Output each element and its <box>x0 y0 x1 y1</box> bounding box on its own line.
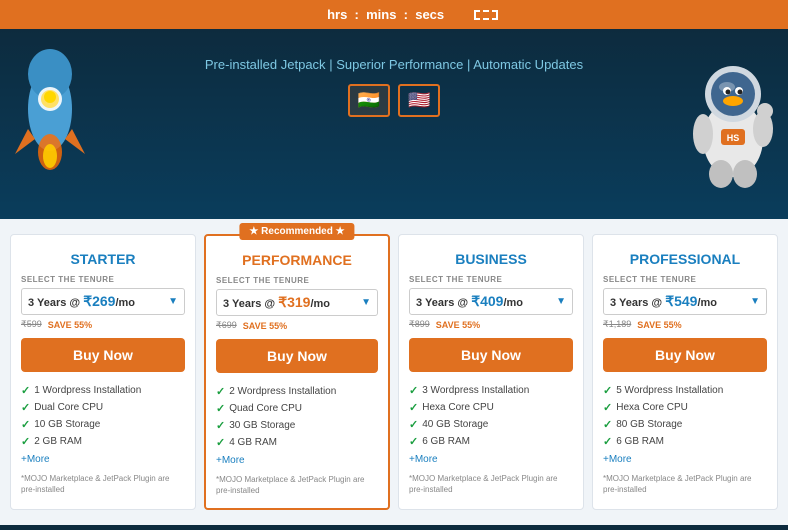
astronaut-mascot: HS <box>683 39 783 189</box>
plan-title-professional: PROFESSIONAL <box>603 251 767 267</box>
feature-item: ✓ 1 Wordpress Installation <box>21 382 185 399</box>
save-badge: SAVE 55% <box>637 320 681 330</box>
savings-row: ₹699 SAVE 55% <box>216 320 378 331</box>
footnote: *MOJO Marketplace & JetPack Plugin are p… <box>216 474 378 496</box>
tenure-price: 3 Years @ ₹409/mo <box>416 293 523 310</box>
original-price: ₹899 <box>409 319 430 330</box>
buy-now-button-professional[interactable]: Buy Now <box>603 338 767 372</box>
check-icon: ✓ <box>21 384 30 397</box>
check-icon: ✓ <box>409 435 418 448</box>
check-icon: ✓ <box>603 384 612 397</box>
chevron-down-icon: ▼ <box>168 296 178 307</box>
feature-item: ✓ Quad Core CPU <box>216 400 378 417</box>
svg-text:HS: HS <box>727 133 740 143</box>
features-list: ✓ 5 Wordpress Installation ✓ Hexa Core C… <box>603 382 767 450</box>
check-icon: ✓ <box>409 418 418 431</box>
more-link[interactable]: +More <box>21 454 185 465</box>
plan-card-starter: STARTER SELECT THE TENURE 3 Years @ ₹269… <box>10 234 196 510</box>
savings-row: ₹899 SAVE 55% <box>409 319 573 330</box>
india-flag-button[interactable]: 🇮🇳 <box>348 84 390 117</box>
footnote: *MOJO Marketplace & JetPack Plugin are p… <box>21 473 185 495</box>
original-price: ₹699 <box>216 320 237 331</box>
plan-card-business: BUSINESS SELECT THE TENURE 3 Years @ ₹40… <box>398 234 584 510</box>
feature-item: ✓ 2 Wordpress Installation <box>216 383 378 400</box>
tenure-dropdown[interactable]: 3 Years @ ₹549/mo ▼ <box>603 288 767 315</box>
tenure-label: SELECT THE TENURE <box>21 275 185 284</box>
more-link[interactable]: +More <box>216 455 378 466</box>
hero-tagline: Pre-installed Jetpack | Superior Perform… <box>10 57 778 72</box>
tenure-dropdown[interactable]: 3 Years @ ₹269/mo ▼ <box>21 288 185 315</box>
tenure-price: 3 Years @ ₹549/mo <box>610 293 717 310</box>
save-badge: SAVE 55% <box>48 320 92 330</box>
check-icon: ✓ <box>603 418 612 431</box>
savings-row: ₹599 SAVE 55% <box>21 319 185 330</box>
feature-item: ✓ Hexa Core CPU <box>603 399 767 416</box>
more-link[interactable]: +More <box>409 454 573 465</box>
features-list: ✓ 2 Wordpress Installation ✓ Quad Core C… <box>216 383 378 451</box>
footnote: *MOJO Marketplace & JetPack Plugin are p… <box>409 473 573 495</box>
plan-title-performance: PERFORMANCE <box>216 252 378 268</box>
recommended-badge: ★ Recommended ★ <box>239 223 354 240</box>
savings-row: ₹1,189 SAVE 55% <box>603 319 767 330</box>
buy-now-button-starter[interactable]: Buy Now <box>21 338 185 372</box>
feature-item: ✓ 4 GB RAM <box>216 434 378 451</box>
flag-selector[interactable]: 🇮🇳 🇺🇸 <box>10 84 778 117</box>
check-icon: ✓ <box>21 435 30 448</box>
plan-card-performance: ★ Recommended ★ PERFORMANCE SELECT THE T… <box>204 234 390 510</box>
original-price: ₹599 <box>21 319 42 330</box>
plan-title-business: BUSINESS <box>409 251 573 267</box>
rocket-mascot <box>5 44 95 174</box>
tenure-price: 3 Years @ ₹269/mo <box>28 293 135 310</box>
tenure-label: SELECT THE TENURE <box>603 275 767 284</box>
tenure-price: 3 Years @ ₹319/mo <box>223 294 330 311</box>
top-banner: hrs : mins : secs <box>0 0 788 29</box>
check-icon: ✓ <box>216 436 225 449</box>
tenure-dropdown[interactable]: 3 Years @ ₹319/mo ▼ <box>216 289 378 316</box>
tenure-dropdown[interactable]: 3 Years @ ₹409/mo ▼ <box>409 288 573 315</box>
buy-now-button-performance[interactable]: Buy Now <box>216 339 378 373</box>
chevron-down-icon: ▼ <box>750 296 760 307</box>
save-badge: SAVE 55% <box>243 321 287 331</box>
check-icon: ✓ <box>21 418 30 431</box>
plan-card-professional: PROFESSIONAL SELECT THE TENURE 3 Years @… <box>592 234 778 510</box>
check-icon: ✓ <box>216 402 225 415</box>
offer-label: hrs : mins : secs <box>320 7 444 22</box>
feature-item: ✓ 40 GB Storage <box>409 416 573 433</box>
plan-title-starter: STARTER <box>21 251 185 267</box>
buy-now-button-business[interactable]: Buy Now <box>409 338 573 372</box>
feature-item: ✓ 30 GB Storage <box>216 417 378 434</box>
check-icon: ✓ <box>21 401 30 414</box>
feature-item: ✓ 2 GB RAM <box>21 433 185 450</box>
original-price: ₹1,189 <box>603 319 631 330</box>
coupon-code[interactable] <box>474 10 498 20</box>
check-icon: ✓ <box>216 385 225 398</box>
hero-section: HS Pre-installed Jetpack | Superior Perf… <box>0 29 788 219</box>
feature-item: ✓ 5 Wordpress Installation <box>603 382 767 399</box>
timer: hrs : mins : secs <box>327 7 444 22</box>
pricing-grid: STARTER SELECT THE TENURE 3 Years @ ₹269… <box>10 234 778 510</box>
check-icon: ✓ <box>409 401 418 414</box>
features-list: ✓ 1 Wordpress Installation ✓ Dual Core C… <box>21 382 185 450</box>
feature-item: ✓ 6 GB RAM <box>603 433 767 450</box>
feature-item: ✓ 10 GB Storage <box>21 416 185 433</box>
pricing-section: STARTER SELECT THE TENURE 3 Years @ ₹269… <box>0 219 788 525</box>
check-icon: ✓ <box>409 384 418 397</box>
usa-flag-button[interactable]: 🇺🇸 <box>398 84 440 117</box>
footnote: *MOJO Marketplace & JetPack Plugin are p… <box>603 473 767 495</box>
check-icon: ✓ <box>603 435 612 448</box>
tenure-label: SELECT THE TENURE <box>216 276 378 285</box>
chevron-down-icon: ▼ <box>556 296 566 307</box>
save-badge: SAVE 55% <box>436 320 480 330</box>
check-icon: ✓ <box>216 419 225 432</box>
more-link[interactable]: +More <box>603 454 767 465</box>
feature-item: ✓ 80 GB Storage <box>603 416 767 433</box>
feature-item: ✓ 6 GB RAM <box>409 433 573 450</box>
feature-item: ✓ Hexa Core CPU <box>409 399 573 416</box>
check-icon: ✓ <box>603 401 612 414</box>
tenure-label: SELECT THE TENURE <box>409 275 573 284</box>
chevron-down-icon: ▼ <box>361 297 371 308</box>
features-list: ✓ 3 Wordpress Installation ✓ Hexa Core C… <box>409 382 573 450</box>
feature-item: ✓ 3 Wordpress Installation <box>409 382 573 399</box>
feature-item: ✓ Dual Core CPU <box>21 399 185 416</box>
